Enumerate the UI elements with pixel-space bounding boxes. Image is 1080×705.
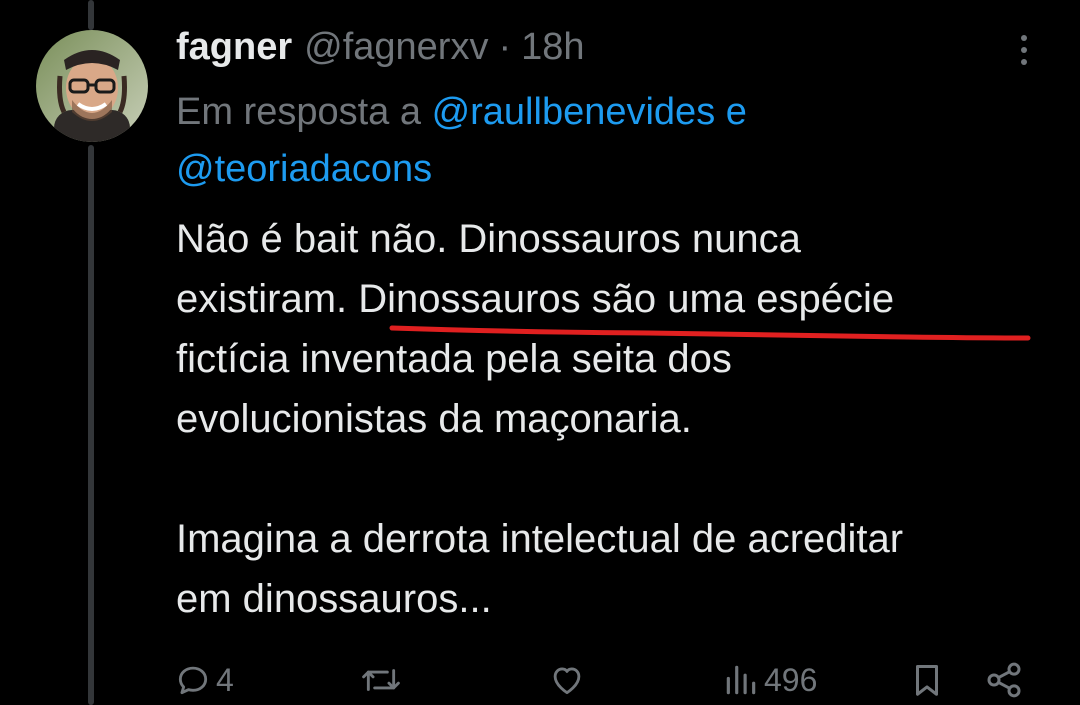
tweet-header: fagner @fagnerxv · 18h — [176, 22, 585, 72]
reply-button[interactable]: 4 — [174, 655, 234, 705]
bookmark-icon — [915, 665, 939, 696]
reply-context: Em resposta a @raullbenevides e @teoriad… — [176, 84, 1016, 198]
body-line: Não é bait não. Dinossauros nunca — [176, 217, 801, 261]
body-line: existiram. — [176, 277, 359, 321]
timestamp[interactable]: 18h — [521, 26, 584, 69]
views-bar-chart-icon — [726, 665, 756, 695]
author-name[interactable]: fagner — [176, 26, 292, 69]
body-line: Imagina a derrota intelectual de acredit… — [176, 517, 904, 561]
reply-icon — [178, 666, 208, 695]
share-button[interactable] — [984, 655, 1024, 705]
author-handle[interactable]: @fagnerxv — [304, 26, 488, 69]
reply-prefix: Em resposta a — [176, 91, 432, 133]
reply-count: 4 — [216, 661, 234, 698]
repost-button[interactable] — [358, 655, 408, 705]
repost-icon — [362, 669, 400, 691]
body-line: evolucionistas da maçonaria. — [176, 397, 692, 441]
tweet-actions: 4 496 — [0, 655, 1080, 705]
underlined-phrase: Dinossauros são uma espécie — [358, 277, 895, 321]
heart-icon — [553, 667, 581, 695]
bookmark-button[interactable] — [908, 655, 946, 705]
mention-link-teoriadacons[interactable]: @teoriadacons — [176, 148, 432, 190]
tweet-paragraph-2: Imagina a derrota intelectual de acredit… — [176, 509, 1056, 629]
thread-connector-top — [88, 0, 94, 30]
view-count: 496 — [764, 661, 818, 698]
separator-dot: · — [498, 25, 512, 68]
more-vertical-icon[interactable] — [1004, 28, 1044, 72]
body-line: fictícia inventada pela seita dos — [176, 337, 732, 381]
tweet-paragraph-1: Não é bait não. Dinossauros nunca existi… — [176, 209, 1056, 449]
mention-link-raullbenevides[interactable]: @raullbenevides — [432, 91, 716, 133]
reply-conjunction: e — [715, 91, 747, 133]
share-icon — [987, 662, 1021, 698]
avatar-photo — [36, 30, 148, 142]
body-line: em dinossauros... — [176, 577, 492, 621]
views-button[interactable]: 496 — [722, 655, 817, 705]
tweet-text: Não é bait não. Dinossauros nunca existi… — [176, 209, 1056, 629]
like-button[interactable] — [547, 655, 591, 705]
thread-connector-line — [88, 145, 94, 705]
avatar[interactable] — [36, 30, 148, 142]
